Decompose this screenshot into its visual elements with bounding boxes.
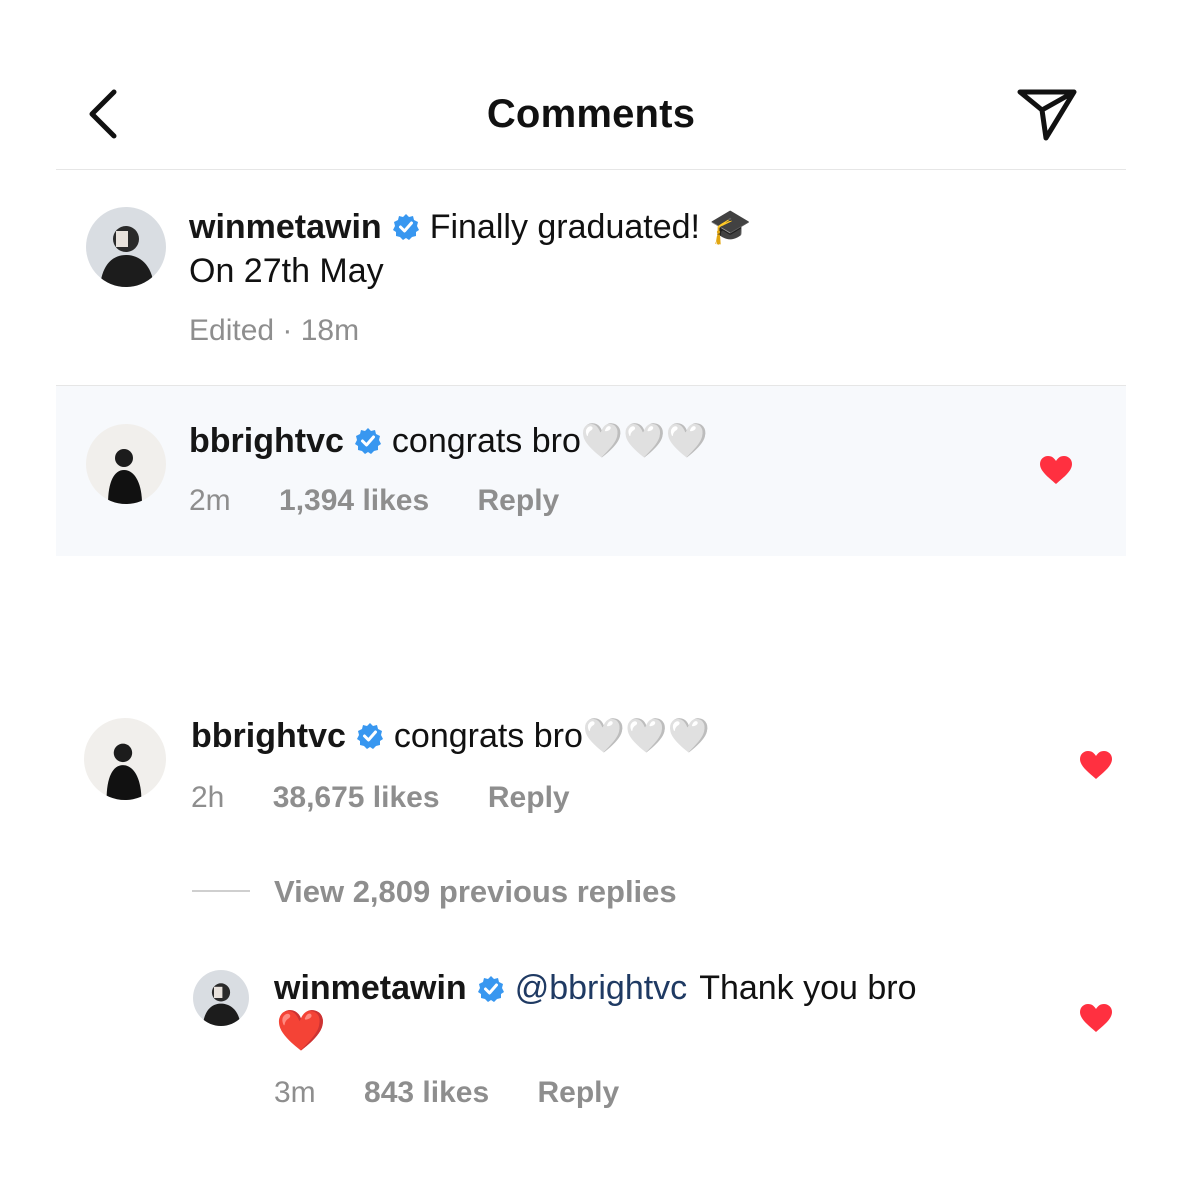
avatar-bbrightvc[interactable] bbox=[84, 718, 166, 800]
paper-plane-icon[interactable] bbox=[1016, 86, 1078, 142]
verified-badge-icon bbox=[356, 723, 383, 749]
reply-1-reply-button[interactable]: Reply bbox=[538, 1076, 620, 1109]
comment-2-username[interactable]: bbrightvc bbox=[191, 717, 346, 756]
comment-1-meta: 2m 1,394 likes Reply bbox=[189, 484, 599, 518]
reply-1-likes[interactable]: 843 likes bbox=[364, 1076, 489, 1109]
caption-line: winmetawin Finally graduated! 🎓 bbox=[189, 207, 752, 247]
comment-2-line: bbrightvc congrats bro🤍🤍🤍 bbox=[191, 716, 710, 756]
highlighted-comment-background bbox=[56, 386, 1126, 556]
reply-1-meta: 3m 843 likes Reply bbox=[274, 1076, 659, 1110]
caption-text-line-2: On 27th May bbox=[189, 252, 384, 290]
comment-2-time: 2h bbox=[191, 781, 225, 814]
caption-username[interactable]: winmetawin bbox=[189, 208, 382, 247]
verified-badge-icon bbox=[392, 214, 419, 240]
caption-text: Finally graduated! 🎓 bbox=[429, 208, 752, 246]
comment-1-likes[interactable]: 1,394 likes bbox=[279, 484, 429, 517]
view-previous-replies-button[interactable]: View 2,809 previous replies bbox=[274, 874, 677, 910]
comments-header: Comments bbox=[56, 0, 1126, 170]
comment-1-time: 2m bbox=[189, 484, 231, 517]
avatar-bbrightvc[interactable] bbox=[86, 424, 166, 504]
caption-meta: Edited · 18m bbox=[189, 314, 360, 347]
reply-1-time: 3m bbox=[274, 1076, 316, 1109]
reply-1-mention[interactable]: @bbrightvc bbox=[515, 969, 687, 1008]
heart-liked-icon[interactable] bbox=[1039, 455, 1073, 485]
reply-1-text: Thank you bro bbox=[699, 969, 917, 1007]
comment-2-likes[interactable]: 38,675 likes bbox=[273, 781, 440, 814]
heart-liked-icon[interactable] bbox=[1079, 1003, 1113, 1033]
comment-1-line: bbrightvc congrats bro🤍🤍🤍 bbox=[189, 421, 708, 461]
verified-badge-icon bbox=[354, 428, 381, 454]
comment-1-text: congrats bro🤍🤍🤍 bbox=[391, 422, 708, 460]
reply-1-text-line-2: ❤️ bbox=[276, 1009, 326, 1053]
replies-divider bbox=[192, 890, 250, 892]
avatar-winmetawin[interactable] bbox=[86, 207, 166, 287]
reply-1-username[interactable]: winmetawin bbox=[274, 969, 467, 1008]
comment-2-text: congrats bro🤍🤍🤍 bbox=[393, 717, 710, 755]
heart-liked-icon[interactable] bbox=[1079, 750, 1113, 780]
page-title: Comments bbox=[486, 92, 696, 136]
comment-1-username[interactable]: bbrightvc bbox=[189, 422, 344, 461]
reply-1-line: winmetawin @bbrightvc Thank you bro bbox=[274, 969, 917, 1008]
comment-2-reply-button[interactable]: Reply bbox=[488, 781, 570, 814]
comment-1-reply-button[interactable]: Reply bbox=[478, 484, 560, 517]
comment-2-meta: 2h 38,675 likes Reply bbox=[191, 781, 610, 815]
verified-badge-icon bbox=[477, 975, 504, 1002]
avatar-winmetawin[interactable] bbox=[193, 970, 249, 1026]
